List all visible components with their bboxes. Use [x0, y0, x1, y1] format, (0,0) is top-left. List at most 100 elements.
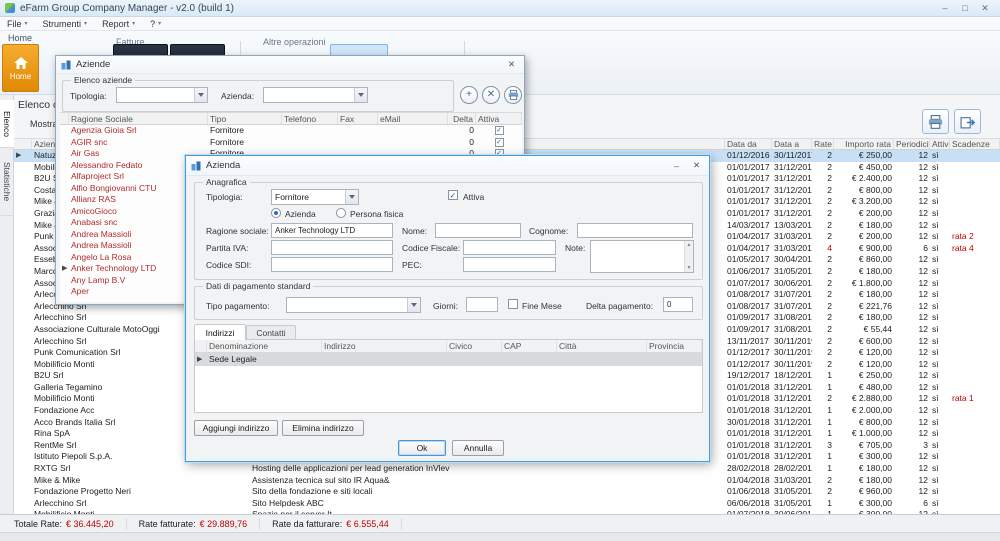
- attiva-checkbox[interactable]: ✓: [448, 190, 458, 200]
- side-tab-elenco[interactable]: Elenco: [0, 100, 14, 148]
- cell-periodicita: 12: [894, 417, 930, 429]
- tipo-pagamento-select[interactable]: [286, 297, 421, 313]
- column-header-attivo[interactable]: Attivo: [930, 139, 950, 149]
- company-row[interactable]: Agenzia Gioia SrlFornitore0✓: [60, 125, 522, 137]
- scrollbar[interactable]: ▲▼: [684, 241, 693, 272]
- cell-rate: 2: [812, 347, 834, 359]
- column-header-indirizzo[interactable]: Indirizzo: [322, 340, 447, 352]
- elimina-indirizzo-button[interactable]: Elimina indirizzo: [282, 420, 364, 436]
- aggiungi-indirizzo-button[interactable]: Aggiungi indirizzo: [194, 420, 278, 436]
- cell-rate: 2: [812, 162, 834, 174]
- close-icon[interactable]: ✕: [689, 160, 704, 171]
- cell-ragione-sociale: AGIR snc: [69, 137, 208, 149]
- column-header-citta[interactable]: Città: [557, 340, 647, 352]
- cell-periodicita: 12: [894, 254, 930, 266]
- minimize-icon[interactable]: –: [669, 161, 684, 171]
- pec-field[interactable]: [463, 257, 556, 272]
- cell-attivo: sì: [930, 185, 950, 197]
- menu-help[interactable]: ?▾: [150, 19, 161, 29]
- annulla-button[interactable]: Annulla: [452, 440, 504, 456]
- column-header-data_a[interactable]: Data a: [772, 139, 812, 149]
- tipologia-select[interactable]: Fornitore: [271, 189, 359, 205]
- column-header-scadenze[interactable]: Scadenze: [950, 139, 1000, 149]
- column-header-ind[interactable]: [60, 113, 69, 124]
- cell-scadenze: [950, 475, 1000, 487]
- tab-indirizzi[interactable]: Indirizzi: [194, 324, 246, 340]
- column-header-fax[interactable]: Fax: [338, 113, 378, 124]
- close-button[interactable]: ✕: [975, 1, 995, 16]
- canone-row[interactable]: Fondazione Progetto NeriSito della fonda…: [14, 486, 1000, 498]
- note-field[interactable]: ▲▼: [590, 240, 694, 273]
- menu-report[interactable]: Report▾: [102, 19, 135, 29]
- home-tile-button[interactable]: Home: [2, 44, 39, 92]
- side-tab-statistiche[interactable]: Statistiche: [0, 148, 14, 216]
- column-header-telefono[interactable]: Telefono: [282, 113, 338, 124]
- cell-rate: 2: [812, 289, 834, 301]
- cell-attivo: sì: [930, 428, 950, 440]
- attiva-checkbox[interactable]: ✓: [495, 138, 504, 147]
- azienda-filter-select[interactable]: [263, 87, 368, 103]
- column-header-email[interactable]: eMail: [378, 113, 448, 124]
- cell-importo: € 180,00: [834, 463, 894, 475]
- column-header-denominazione[interactable]: Denominazione: [207, 340, 322, 352]
- canone-row[interactable]: RXTG SrlHosting delle applicazioni per l…: [14, 463, 1000, 475]
- fine-mese-checkbox[interactable]: ✓: [508, 299, 518, 309]
- codice-sdi-field[interactable]: [271, 257, 393, 272]
- partita-iva-field[interactable]: [271, 240, 393, 255]
- maximize-button[interactable]: □: [955, 1, 975, 16]
- cell-ind: [14, 370, 32, 382]
- tab-contatti[interactable]: Contatti: [246, 325, 296, 340]
- cell-ind: [14, 185, 32, 197]
- column-header-delta[interactable]: Delta: [448, 113, 476, 124]
- radio-persona-fisica[interactable]: [336, 208, 346, 218]
- column-header-name[interactable]: Ragione Sociale: [69, 113, 208, 124]
- export-button[interactable]: [954, 109, 981, 134]
- cell-ind: ▶: [14, 150, 32, 162]
- canone-row[interactable]: Mike & MikeAssistenza tecnica sul sito I…: [14, 475, 1000, 487]
- column-header-civico[interactable]: Civico: [447, 340, 502, 352]
- print-companies-button[interactable]: [504, 86, 522, 104]
- column-header-importo[interactable]: Importo rata: [834, 139, 894, 149]
- cell-data_da: 01/01/2018: [725, 393, 772, 405]
- column-header-cap[interactable]: CAP: [502, 340, 557, 352]
- column-header-ind[interactable]: [195, 340, 207, 352]
- close-icon[interactable]: ✕: [504, 59, 519, 70]
- delta-pagamento-field[interactable]: 0: [663, 297, 693, 312]
- print-button[interactable]: [922, 109, 949, 134]
- company-icon: [61, 60, 71, 70]
- column-header-provincia[interactable]: Provincia: [647, 340, 702, 352]
- giorni-field[interactable]: [466, 297, 498, 312]
- company-row[interactable]: AGIR sncFornitore0✓: [60, 137, 522, 149]
- attiva-checkbox[interactable]: ✓: [495, 126, 504, 135]
- cell-scadenze: [950, 370, 1000, 382]
- cell-data_da: 01/05/2017: [725, 254, 772, 266]
- indirizzo-row[interactable]: ▶Sede Legale: [195, 353, 702, 366]
- menu-file[interactable]: File▾: [7, 19, 28, 29]
- tab-home[interactable]: Home: [8, 33, 32, 43]
- canone-row[interactable]: Arlecchino SrlSito Helpdesk ABC06/06/201…: [14, 498, 1000, 510]
- ok-button[interactable]: Ok: [398, 440, 446, 456]
- codice-fiscale-field[interactable]: [463, 240, 556, 255]
- attiva-label: Attiva: [463, 192, 484, 202]
- cell-periodicita: 12: [894, 324, 930, 336]
- cancel-button[interactable]: ✕: [482, 86, 500, 104]
- ragione-sociale-field[interactable]: Anker Technology LTD: [271, 223, 393, 238]
- cell-data_a: 31/12/2018: [772, 428, 812, 440]
- column-header-rate[interactable]: Rate: [812, 139, 834, 149]
- tipologia-filter-select[interactable]: [116, 87, 208, 103]
- cell-periodicita: 12: [894, 266, 930, 278]
- column-header-attiva[interactable]: Attiva: [476, 113, 522, 124]
- add-company-button[interactable]: +: [460, 86, 478, 104]
- cell-data_a: 31/12/2018: [772, 451, 812, 463]
- radio-azienda[interactable]: [271, 208, 281, 218]
- cell-indirizzo: [322, 353, 447, 366]
- column-header-tipo[interactable]: Tipo: [208, 113, 282, 124]
- menu-strumenti[interactable]: Strumenti▾: [43, 19, 88, 29]
- minimize-button[interactable]: –: [935, 1, 955, 16]
- cell-periodicita: 12: [894, 196, 930, 208]
- nome-field[interactable]: [435, 223, 521, 238]
- cognome-field[interactable]: [577, 223, 693, 238]
- column-header-periodicita[interactable]: Periodicità: [894, 139, 930, 149]
- column-header-ind[interactable]: [14, 139, 32, 149]
- column-header-data_da[interactable]: Data da: [725, 139, 772, 149]
